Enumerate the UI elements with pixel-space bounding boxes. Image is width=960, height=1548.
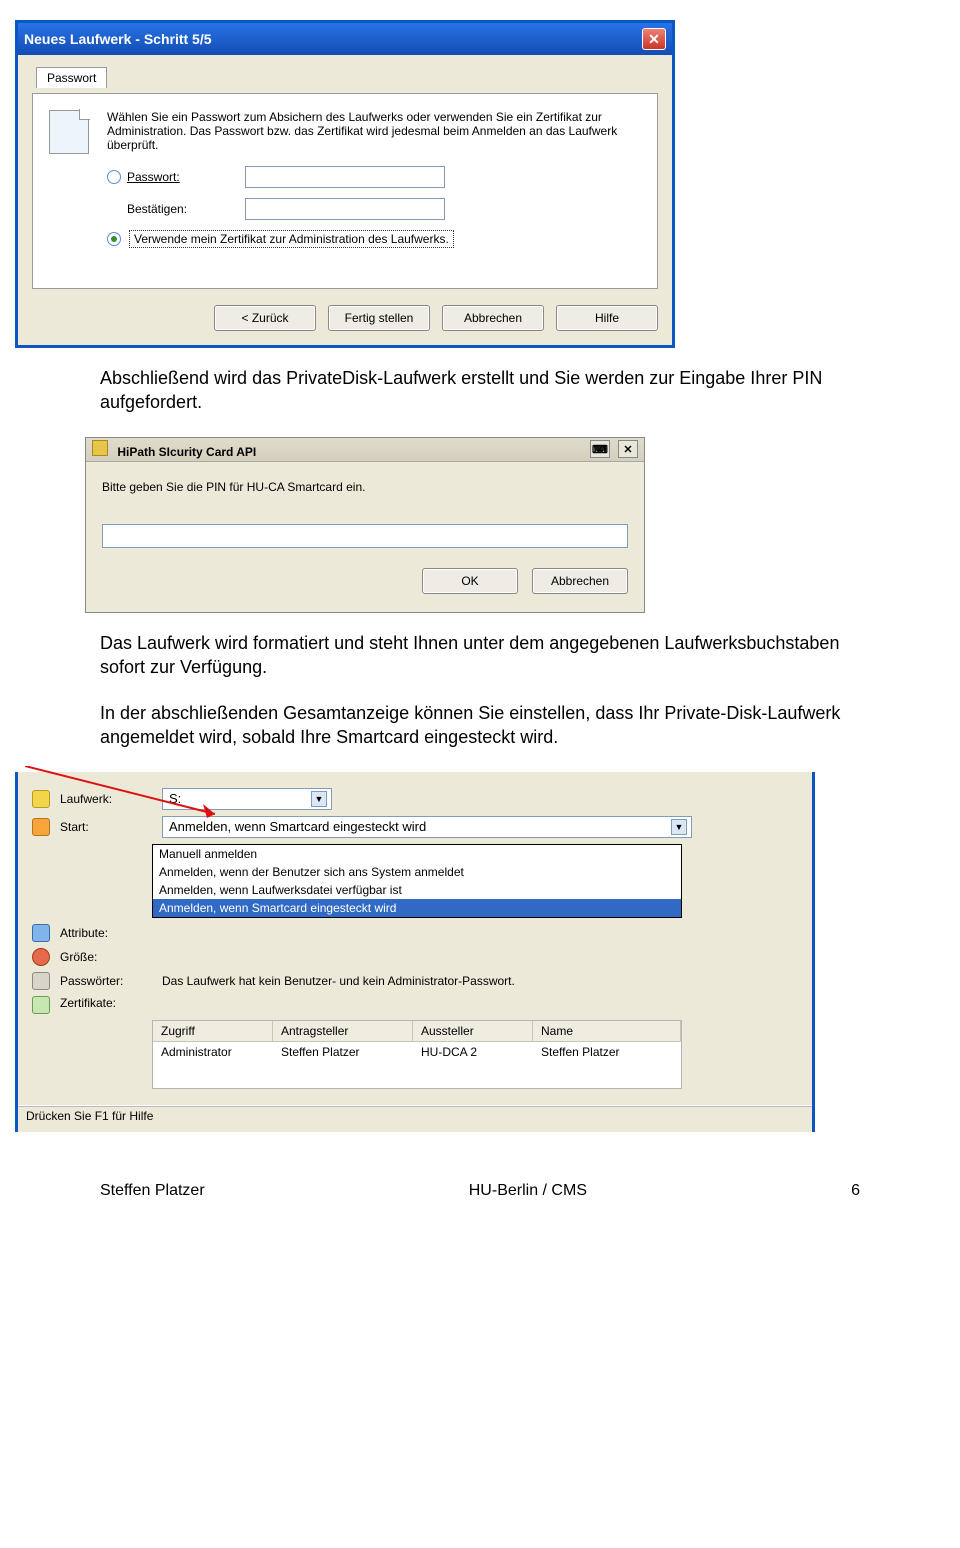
status-bar: Drücken Sie F1 für Hilfe	[18, 1105, 812, 1126]
back-button[interactable]: < Zurück	[214, 305, 316, 331]
pin-input[interactable]	[102, 524, 628, 548]
chevron-down-icon: ▼	[671, 819, 687, 835]
start-option-selected[interactable]: Anmelden, wenn Smartcard eingesteckt wir…	[153, 899, 681, 917]
footer-org: HU-Berlin / CMS	[469, 1182, 587, 1200]
table-row[interactable]: Administrator Steffen Platzer HU-DCA 2 S…	[153, 1042, 681, 1062]
certificate-icon	[32, 996, 50, 1014]
cell-applicant: Steffen Platzer	[273, 1042, 413, 1062]
wizard-page-icon	[49, 110, 89, 154]
radio-certificate[interactable]	[107, 232, 121, 246]
footer-author: Steffen Platzer	[100, 1182, 205, 1200]
passwords-icon	[32, 972, 50, 990]
confirm-input[interactable]	[245, 198, 445, 220]
start-option[interactable]: Manuell anmelden	[153, 845, 681, 863]
cell-name: Steffen Platzer	[533, 1042, 681, 1062]
attribute-label: Attribute:	[60, 926, 152, 940]
passwords-value: Das Laufwerk hat kein Benutzer- und kein…	[162, 974, 798, 988]
confirm-label: Bestätigen:	[127, 202, 187, 216]
titlebar[interactable]: Neues Laufwerk - Schritt 5/5 ✕	[18, 23, 672, 55]
pin-dialog: HiPath SIcurity Card API ⌨ ✕ Bitte geben…	[85, 437, 645, 613]
col-name[interactable]: Name	[533, 1021, 681, 1042]
page-footer: Steffen Platzer HU-Berlin / CMS 6	[100, 1182, 860, 1200]
finish-button[interactable]: Fertig stellen	[328, 305, 430, 331]
certificate-label: Verwende mein Zertifikat zur Administrat…	[129, 230, 454, 248]
close-icon[interactable]: ✕	[642, 28, 666, 50]
pin-dialog-title: HiPath SIcurity Card API	[117, 445, 256, 459]
ok-button[interactable]: OK	[422, 568, 518, 594]
chevron-down-icon: ▼	[311, 791, 327, 807]
wizard-window: Neues Laufwerk - Schritt 5/5 ✕ Passwort …	[15, 20, 675, 348]
tab-passwort[interactable]: Passwort	[36, 67, 107, 88]
settings-panel: Laufwerk: S: ▼ Start: Anmelden, wenn Sma…	[15, 772, 815, 1132]
col-issuer[interactable]: Aussteller	[413, 1021, 533, 1042]
help-button[interactable]: Hilfe	[556, 305, 658, 331]
card-icon	[92, 440, 108, 456]
col-applicant[interactable]: Antragsteller	[273, 1021, 413, 1042]
close-icon[interactable]: ✕	[618, 440, 638, 458]
pin-prompt: Bitte geben Sie die PIN für HU-CA Smartc…	[102, 480, 628, 494]
pin-titlebar[interactable]: HiPath SIcurity Card API ⌨ ✕	[86, 438, 644, 462]
cancel-button[interactable]: Abbrechen	[532, 568, 628, 594]
certificates-table: Zugriff Antragsteller Aussteller Name Ad…	[152, 1020, 682, 1089]
password-label: Passwort:	[127, 170, 180, 184]
passwords-label: Passwörter:	[60, 974, 152, 988]
radio-password[interactable]	[107, 170, 121, 184]
size-label: Größe:	[60, 950, 152, 964]
cell-issuer: HU-DCA 2	[413, 1042, 533, 1062]
certificates-label: Zertifikate:	[60, 996, 152, 1010]
window-title: Neues Laufwerk - Schritt 5/5	[24, 31, 212, 47]
start-dropdown-list[interactable]: Manuell anmelden Anmelden, wenn der Benu…	[152, 844, 682, 918]
wizard-description: Wählen Sie ein Passwort zum Absichern de…	[107, 110, 641, 152]
start-option[interactable]: Anmelden, wenn Laufwerksdatei verfügbar …	[153, 881, 681, 899]
paragraph-1: Abschließend wird das PrivateDisk-Laufwe…	[100, 366, 860, 415]
arrow-annotation	[25, 766, 245, 826]
col-access[interactable]: Zugriff	[153, 1021, 273, 1042]
paragraph-2: Das Laufwerk wird formatiert und steht I…	[100, 631, 860, 680]
start-option[interactable]: Anmelden, wenn der Benutzer sich ans Sys…	[153, 863, 681, 881]
attribute-icon	[32, 924, 50, 942]
cancel-button[interactable]: Abbrechen	[442, 305, 544, 331]
footer-page: 6	[851, 1182, 860, 1200]
size-icon	[32, 948, 50, 966]
keyboard-icon[interactable]: ⌨	[590, 440, 610, 458]
password-input[interactable]	[245, 166, 445, 188]
paragraph-3: In der abschließenden Gesamtanzeige könn…	[100, 701, 860, 750]
cell-access: Administrator	[153, 1042, 273, 1062]
